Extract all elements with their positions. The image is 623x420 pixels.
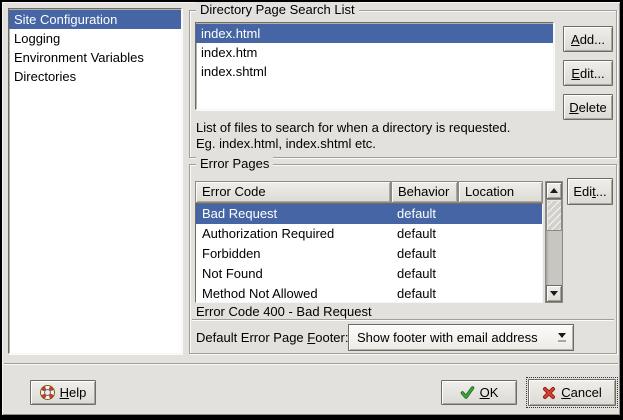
directory-file-list: index.html index.htm index.shtml: [195, 22, 554, 110]
ok-button[interactable]: OK: [441, 380, 517, 405]
cancel-button-label: Cancel: [561, 385, 601, 400]
column-header-error-code[interactable]: Error Code: [195, 181, 391, 203]
directory-frame-legend: Directory Page Search List: [196, 2, 359, 18]
cancel-button[interactable]: Cancel: [528, 379, 616, 406]
cell-behavior: default: [391, 264, 458, 284]
edit-error-page-button[interactable]: Edit...: [567, 178, 613, 205]
help-button[interactable]: Help: [30, 380, 96, 405]
file-item-index-html[interactable]: index.html: [196, 24, 553, 43]
edit-file-button[interactable]: Edit...: [563, 60, 613, 86]
error-pages-scrollbar: [545, 181, 563, 303]
sidebar-item-site-configuration[interactable]: Site Configuration: [9, 10, 181, 29]
error-pages-table-body: Bad Request default Authorization Requir…: [195, 203, 543, 303]
cell-error-code: Forbidden: [196, 244, 391, 264]
add-button-label: Add...: [571, 32, 605, 47]
error-code-status: Error Code 400 - Bad Request: [196, 304, 372, 319]
cell-behavior: default: [391, 224, 458, 244]
cell-location: [458, 204, 542, 224]
file-list-description-line1: List of files to search for when a direc…: [196, 120, 510, 136]
cross-icon: [542, 386, 556, 400]
cell-error-code: Method Not Allowed: [196, 284, 391, 304]
table-row-forbidden[interactable]: Forbidden default: [196, 244, 542, 264]
cell-behavior: default: [391, 204, 458, 224]
category-list: Site Configuration Logging Environment V…: [8, 8, 182, 354]
table-row-method-not-allowed[interactable]: Method Not Allowed default: [196, 284, 542, 304]
cell-behavior: default: [391, 284, 458, 304]
sidebar-item-logging[interactable]: Logging: [9, 29, 181, 48]
default-error-footer-label: Default Error Page Footer:: [196, 330, 348, 345]
cell-location: [458, 264, 542, 284]
cancel-button-focus-ring: Cancel: [526, 377, 618, 408]
delete-file-button[interactable]: Delete: [563, 94, 613, 120]
sidebar-item-environment-variables[interactable]: Environment Variables: [9, 48, 181, 67]
sidebar-item-directories[interactable]: Directories: [9, 67, 181, 86]
file-item-index-shtml[interactable]: index.shtml: [196, 62, 553, 81]
cell-error-code: Bad Request: [196, 204, 391, 224]
help-button-label: Help: [60, 385, 87, 400]
check-icon: [460, 385, 475, 400]
httpd-site-configuration-window: Site Configuration Logging Environment V…: [0, 0, 623, 420]
table-row-authorization-required[interactable]: Authorization Required default: [196, 224, 542, 244]
scrollbar-up-button[interactable]: [546, 182, 562, 199]
column-header-location[interactable]: Location: [458, 181, 543, 203]
ok-button-label: OK: [480, 385, 499, 400]
table-row-bad-request[interactable]: Bad Request default: [196, 204, 542, 224]
error-pages-table: Error Code Behavior Location Bad Request…: [195, 181, 543, 303]
arrow-down-icon: [550, 291, 558, 296]
edit-file-button-label: Edit...: [571, 66, 604, 81]
table-row-not-found[interactable]: Not Found default: [196, 264, 542, 284]
column-header-behavior[interactable]: Behavior: [391, 181, 458, 203]
cell-location: [458, 284, 542, 304]
cell-location: [458, 224, 542, 244]
add-button[interactable]: Add...: [563, 26, 613, 52]
cell-location: [458, 244, 542, 264]
arrow-up-icon: [550, 188, 558, 193]
file-list-description-line2: Eg. index.html, index.shtml etc.: [196, 136, 376, 152]
cell-error-code: Authorization Required: [196, 224, 391, 244]
edit-error-page-button-label: Edit...: [573, 184, 606, 199]
error-pages-table-header: Error Code Behavior Location: [195, 181, 543, 203]
delete-file-button-label: Delete: [569, 100, 607, 115]
scrollbar-thumb[interactable]: [546, 199, 562, 231]
cell-behavior: default: [391, 244, 458, 264]
frame-separator: [192, 319, 614, 321]
file-item-index-htm[interactable]: index.htm: [196, 43, 553, 62]
cell-error-code: Not Found: [196, 264, 391, 284]
scrollbar-down-button[interactable]: [546, 285, 562, 302]
default-error-footer-select[interactable]: Show footer with email address: [348, 324, 574, 351]
help-icon: [40, 385, 55, 400]
error-pages-legend: Error Pages: [196, 156, 273, 172]
selected-footer-option: Show footer with email address: [349, 330, 551, 345]
action-area-separator: [4, 363, 618, 365]
dropdown-arrow-icon: [551, 325, 573, 350]
